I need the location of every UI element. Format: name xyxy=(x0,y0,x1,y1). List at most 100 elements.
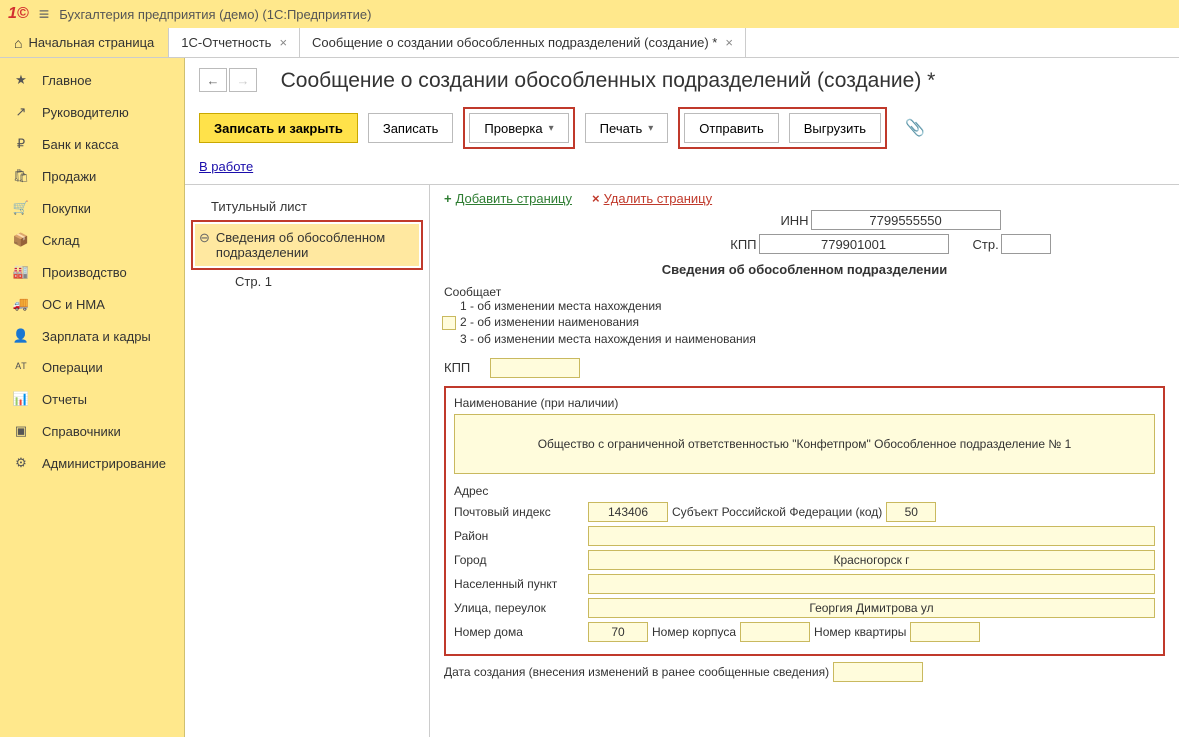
kpp2-field[interactable] xyxy=(490,358,580,378)
tree-item-selected[interactable]: ⊖ Сведения об обособленном подразделении xyxy=(195,224,419,266)
nas-label: Населенный пункт xyxy=(454,577,584,591)
tree-title[interactable]: Титульный лист xyxy=(191,195,423,218)
collapse-icon[interactable]: ⊖ xyxy=(199,230,210,260)
sidebar-label: Продажи xyxy=(42,169,96,184)
subj-label: Субъект Российской Федерации (код) xyxy=(672,505,882,519)
status-link[interactable]: В работе xyxy=(199,159,253,174)
city-field[interactable]: Красногорск г xyxy=(588,550,1155,570)
check-button[interactable]: Проверка▾ xyxy=(469,113,568,143)
sidebar-item-11[interactable]: ▣ Справочники xyxy=(0,415,184,447)
export-button[interactable]: Выгрузить xyxy=(789,113,881,143)
sidebar-label: Банк и касса xyxy=(42,137,119,152)
titlebar: 1© ≡ Бухгалтерия предприятия (демо) (1С:… xyxy=(0,0,1179,28)
toolbar: Записать и закрыть Записать Проверка▾ Пе… xyxy=(199,107,1165,149)
sidebar-item-4[interactable]: 🛒Покупки xyxy=(0,192,184,224)
delete-page-link[interactable]: Удалить страницу xyxy=(592,191,712,206)
post-field[interactable]: 143406 xyxy=(588,502,668,522)
sidebar-item-0[interactable]: ★ Главное xyxy=(0,64,184,96)
attachment-icon[interactable]: 📎 xyxy=(897,118,933,138)
sidebar-icon: ↗ xyxy=(12,104,30,120)
kpp-label: КПП xyxy=(730,237,756,252)
choice-2: 2 - об изменении наименования xyxy=(460,315,639,329)
chevron-down-icon: ▾ xyxy=(549,123,554,134)
sidebar-item-1[interactable]: ↗ Руководителю xyxy=(0,96,184,128)
save-close-button[interactable]: Записать и закрыть xyxy=(199,113,358,143)
sidebar-label: ОС и НМА xyxy=(42,297,105,312)
sidebar-label: Зарплата и кадры xyxy=(42,329,151,344)
house-field[interactable]: 70 xyxy=(588,622,648,642)
str-field[interactable] xyxy=(1001,234,1051,254)
subj-field[interactable]: 50 xyxy=(886,502,936,522)
sidebar-label: Главное xyxy=(42,73,92,88)
post-label: Почтовый индекс xyxy=(454,505,584,519)
print-button[interactable]: Печать▾ xyxy=(585,113,669,143)
sidebar-label: Операции xyxy=(42,360,103,375)
sidebar-item-3[interactable]: 🛍 Продажи xyxy=(0,160,184,192)
add-page-link[interactable]: Добавить страницу xyxy=(444,191,572,206)
flat-label: Номер квартиры xyxy=(814,625,906,639)
tab-document[interactable]: Сообщение о создании обособленных подраз… xyxy=(300,28,746,57)
save-button[interactable]: Записать xyxy=(368,113,454,143)
sidebar-icon: ⚙ xyxy=(12,455,30,471)
content: ← → Сообщение о создании обособленных по… xyxy=(185,58,1179,737)
inn-field[interactable]: 7799555550 xyxy=(811,210,1001,230)
sidebar-icon: ᴬᵀ xyxy=(12,360,30,375)
sidebar-icon: ▣ xyxy=(12,423,30,439)
korp-label: Номер корпуса xyxy=(652,625,736,639)
raion-field[interactable] xyxy=(588,526,1155,546)
choice-3: 3 - об изменении места нахождения и наим… xyxy=(460,332,1165,346)
sidebar-icon: 📦 xyxy=(12,232,30,248)
flat-field[interactable] xyxy=(910,622,980,642)
app-title: Бухгалтерия предприятия (демо) (1С:Предп… xyxy=(59,7,371,22)
sidebar-label: Руководителю xyxy=(42,105,129,120)
city-label: Город xyxy=(454,553,584,567)
addr-label: Адрес xyxy=(454,484,1155,498)
sidebar-icon: 🛍 xyxy=(12,168,30,184)
sidebar-label: Склад xyxy=(42,233,80,248)
sidebar-item-2[interactable]: ₽ Банк и касса xyxy=(0,128,184,160)
nav-tree: Титульный лист ⊖ Сведения об обособленно… xyxy=(185,185,430,737)
sidebar-label: Отчеты xyxy=(42,392,87,407)
tree-page[interactable]: Стр. 1 xyxy=(191,270,423,293)
page-title: Сообщение о создании обособленных подраз… xyxy=(281,69,936,92)
sidebar-item-6[interactable]: 🏭Производство xyxy=(0,256,184,288)
sidebar-icon: 🚚 xyxy=(12,296,30,312)
close-icon[interactable]: × xyxy=(279,35,287,50)
sidebar-label: Администрирование xyxy=(42,456,166,471)
str-label: Стр. xyxy=(973,237,999,252)
sidebar-item-7[interactable]: 🚚 ОС и НМА xyxy=(0,288,184,320)
tab-document-label: Сообщение о создании обособленных подраз… xyxy=(312,35,717,50)
reports-label: Сообщает xyxy=(444,285,1165,299)
tree-item-label: Сведения об обособленном подразделении xyxy=(216,230,413,260)
form: Добавить страницу Удалить страницу ИНН 7… xyxy=(430,185,1179,737)
choice-field[interactable] xyxy=(442,316,456,330)
street-field[interactable]: Георгия Димитрова ул xyxy=(588,598,1155,618)
menu-icon[interactable]: ≡ xyxy=(39,4,50,25)
tab-home[interactable]: ⌂ Начальная страница xyxy=(0,28,169,57)
house-label: Номер дома xyxy=(454,625,584,639)
sidebar-label: Справочники xyxy=(42,424,121,439)
tabs-row: ⌂ Начальная страница 1С-Отчетность × Соо… xyxy=(0,28,1179,58)
nas-field[interactable] xyxy=(588,574,1155,594)
sidebar-item-9[interactable]: ᴬᵀ Операции xyxy=(0,352,184,383)
tab-reports-label: 1С-Отчетность xyxy=(181,35,271,50)
chevron-down-icon: ▾ xyxy=(648,123,653,134)
close-icon[interactable]: × xyxy=(725,35,733,50)
sidebar-icon: ₽ xyxy=(12,136,30,152)
sidebar: ★ Главное ↗ Руководителю ₽ Банк и касса 🛍 Прода… xyxy=(0,58,185,737)
tab-reports[interactable]: 1С-Отчетность × xyxy=(169,28,300,57)
date-field[interactable] xyxy=(833,662,923,682)
sidebar-item-5[interactable]: 📦 Склад xyxy=(0,224,184,256)
forward-button[interactable]: → xyxy=(229,68,257,92)
name-field[interactable]: Общество с ограниченной ответственностью… xyxy=(454,414,1155,474)
send-button[interactable]: Отправить xyxy=(684,113,778,143)
back-button[interactable]: ← xyxy=(199,68,227,92)
sidebar-icon: ★ xyxy=(12,72,30,88)
sidebar-item-12[interactable]: ⚙ Администрирование xyxy=(0,447,184,479)
kpp-field[interactable]: 779901001 xyxy=(759,234,949,254)
korp-field[interactable] xyxy=(740,622,810,642)
logo-1c: 1© xyxy=(8,5,29,23)
sidebar-item-8[interactable]: 👤Зарплата и кадры xyxy=(0,320,184,352)
sidebar-icon: 📊 xyxy=(12,391,30,407)
sidebar-item-10[interactable]: 📊 Отчеты xyxy=(0,383,184,415)
